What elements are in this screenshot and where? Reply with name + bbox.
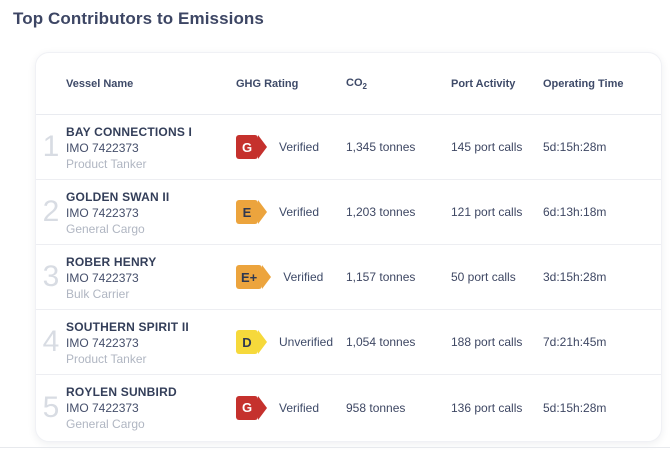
port-calls-value: 188 port calls	[451, 335, 523, 349]
operating-time-value: 5d:15h:28m	[543, 400, 607, 415]
vessel-info: SOUTHERN SPIRIT II IMO 7422373 Product T…	[66, 318, 236, 367]
table-row[interactable]: 3 ROBER HENRY IMO 7422373 Bulk Carrier E…	[36, 245, 661, 310]
verification-status: Verified	[279, 140, 320, 154]
table-header-row: Vessel Name GHG Rating CO2 Port Activity…	[36, 53, 661, 115]
header-port-activity: Port Activity	[451, 77, 516, 90]
vessel-type: Product Tanker	[66, 156, 147, 171]
ghg-rating-cell: G Verified	[236, 395, 346, 420]
vessel-type: General Cargo	[66, 417, 145, 431]
vessel-imo: IMO 7422373	[66, 205, 139, 220]
vessel-type: Bulk Carrier	[66, 286, 130, 301]
vessel-name: BAY CONNECTIONS I	[66, 124, 193, 139]
container-bottom-edge	[0, 447, 670, 448]
header-ghg-rating: GHG Rating	[236, 77, 299, 90]
table-body: 1 BAY CONNECTIONS I IMO 7422373 Product …	[36, 115, 661, 440]
co2-value: 1,203 tonnes	[346, 205, 416, 219]
rank-number: 5	[42, 390, 60, 424]
table-row[interactable]: 4 SOUTHERN SPIRIT II IMO 7422373 Product…	[36, 310, 661, 375]
verification-status: Verified	[279, 400, 320, 415]
header-co2-subscript: 2	[362, 81, 367, 91]
vessel-info: ROBER HENRY IMO 7422373 Bulk Carrier	[66, 253, 236, 302]
header-vessel-name: Vessel Name	[66, 77, 134, 90]
port-calls-value: 145 port calls	[451, 140, 523, 154]
header-co2-main: CO	[346, 76, 363, 89]
vessel-imo: IMO 7422373	[66, 270, 139, 285]
co2-value: 1,054 tonnes	[346, 335, 416, 349]
table-row[interactable]: 2 GOLDEN SWAN II IMO 7422373 General Car…	[36, 180, 661, 245]
operating-time-value: 7d:21h:45m	[543, 335, 607, 349]
page-title: Top Contributors to Emissions	[13, 9, 264, 28]
vessel-info: GOLDEN SWAN II IMO 7422373 General Cargo	[66, 188, 236, 237]
rank-number: 4	[42, 325, 60, 358]
port-calls-value: 136 port calls	[451, 400, 523, 415]
ghg-rating-badge: E	[236, 200, 267, 224]
rank-number: 1	[42, 130, 60, 163]
table-row[interactable]: 1 BAY CONNECTIONS I IMO 7422373 Product …	[36, 115, 661, 180]
vessel-info: ROYLEN SUNBIRD IMO 7422373 General Cargo	[66, 383, 236, 432]
rank-number: 2	[42, 195, 60, 228]
emissions-table-card: Vessel Name GHG Rating CO2 Port Activity…	[35, 52, 662, 442]
vessel-imo: IMO 7422373	[66, 335, 139, 350]
operating-time-value: 3d:15h:28m	[543, 270, 607, 284]
operating-time-value: 6d:13h:18m	[543, 205, 607, 219]
vessel-info: BAY CONNECTIONS I IMO 7422373 Product Ta…	[66, 123, 236, 172]
vessel-name: SOUTHERN SPIRIT II	[66, 319, 189, 334]
vessel-name: ROBER HENRY	[66, 254, 157, 269]
verification-status: Verified	[283, 270, 324, 284]
ghg-rating-badge: G	[236, 135, 267, 159]
port-calls-value: 121 port calls	[451, 205, 523, 219]
header-co2: CO2	[346, 77, 451, 91]
co2-value: 1,345 tonnes	[346, 140, 416, 154]
ghg-rating-cell: E Verified	[236, 200, 346, 224]
vessel-imo: IMO 7422373	[66, 401, 139, 415]
vessel-name: ROYLEN SUNBIRD	[66, 385, 177, 399]
ghg-rating-badge: G	[236, 395, 267, 420]
co2-value: 1,157 tonnes	[346, 270, 416, 284]
ghg-rating-cell: D Unverified	[236, 330, 346, 354]
port-calls-value: 50 port calls	[451, 270, 516, 284]
ghg-rating-badge: E+	[236, 265, 272, 289]
operating-time-value: 5d:15h:28m	[543, 140, 607, 154]
ghg-rating-cell: G Verified	[236, 135, 346, 159]
verification-status: Verified	[279, 205, 320, 219]
vessel-type: Product Tanker	[66, 351, 147, 366]
rank-number: 3	[42, 260, 60, 293]
header-operating-time: Operating Time	[543, 77, 624, 90]
vessel-type: General Cargo	[66, 221, 145, 236]
vessel-name: GOLDEN SWAN II	[66, 189, 170, 204]
vessel-imo: IMO 7422373	[66, 140, 139, 155]
ghg-rating-badge: D	[236, 330, 267, 354]
verification-status: Unverified	[279, 335, 334, 349]
table-row[interactable]: 5 ROYLEN SUNBIRD IMO 7422373 General Car…	[36, 375, 661, 440]
ghg-rating-cell: E+ Verified	[236, 265, 346, 289]
co2-value: 958 tonnes	[346, 400, 406, 415]
